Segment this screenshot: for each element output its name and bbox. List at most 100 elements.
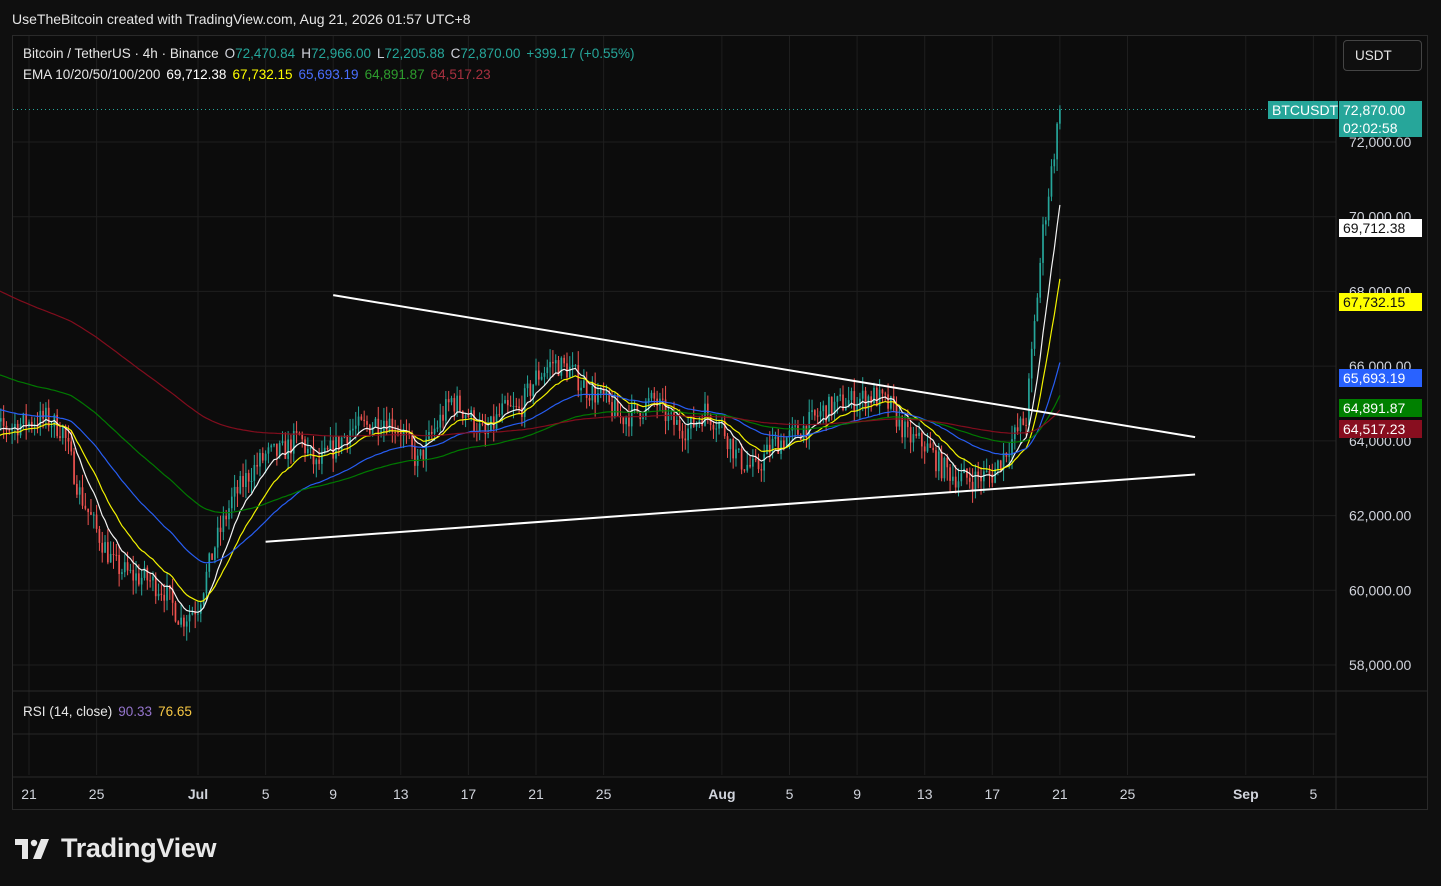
candle-body: [84, 505, 87, 509]
candle-body: [985, 470, 988, 472]
x-tick-label: Aug: [708, 786, 735, 802]
candle-body: [681, 430, 684, 439]
high-value: 72,966.00: [310, 46, 371, 61]
candle-body: [202, 593, 205, 605]
x-tick-label: 21: [1052, 786, 1068, 802]
candle-body: [459, 395, 461, 411]
candle-body: [912, 434, 915, 443]
candle-body: [673, 412, 675, 425]
candle-body: [678, 420, 681, 431]
currency-button[interactable]: USDT: [1343, 40, 1422, 71]
candle-body: [456, 395, 458, 412]
x-tick-label: Jul: [188, 786, 208, 802]
x-tick-label: 9: [329, 786, 337, 802]
candle-body: [968, 477, 971, 482]
candle-body: [135, 573, 137, 581]
candle-body: [568, 366, 571, 378]
candle-body: [183, 617, 185, 627]
candle-body: [230, 496, 233, 509]
open-label: O: [224, 46, 236, 61]
candle-body: [250, 480, 253, 482]
x-tick-label: 13: [393, 786, 409, 802]
low-value: 72,205.88: [384, 46, 445, 61]
candle-body: [884, 393, 887, 395]
candle-body: [509, 405, 512, 407]
candle-body: [467, 415, 470, 418]
rsi-ma-value: 76.65: [158, 704, 192, 719]
ema-legend[interactable]: EMA 10/20/50/100/200 69,712.38 67,732.15 65…: [23, 67, 497, 82]
candle-body: [1033, 321, 1036, 349]
candle-body: [999, 460, 1002, 470]
countdown-value: 02:02:58: [1343, 120, 1398, 136]
candle-body: [433, 428, 436, 434]
ema10-legend-value: 69,712.38: [166, 67, 227, 82]
candle-body: [774, 436, 777, 439]
candle-body: [112, 553, 115, 555]
ema100-price-label: 64,891.87: [1339, 399, 1422, 417]
candle-body: [377, 418, 380, 434]
candle-body: [90, 512, 92, 515]
last-price-label: 72,870.00 02:02:58: [1339, 101, 1422, 137]
candle-body: [715, 428, 718, 430]
candle-body: [704, 403, 706, 426]
candle-body: [323, 447, 326, 452]
symbol-title[interactable]: Bitcoin / TetherUS · 4h · Binance: [23, 46, 219, 61]
candle-body: [447, 399, 450, 403]
candle-body: [273, 443, 275, 446]
candle-body: [757, 460, 760, 470]
candle-body: [616, 400, 619, 416]
candle-body: [81, 487, 84, 506]
candle-body: [540, 376, 543, 380]
candle-body: [473, 410, 475, 432]
candle-body: [214, 547, 216, 560]
candle-body: [295, 431, 298, 433]
candle-body: [909, 427, 912, 443]
candle-body: [276, 443, 278, 456]
candle-body: [121, 572, 123, 574]
candle-body: [518, 406, 520, 408]
candle-body: [1011, 439, 1013, 456]
candle-body: [645, 401, 647, 417]
candle-body: [225, 515, 228, 520]
x-tick-label: 9: [853, 786, 861, 802]
candle-body: [2, 418, 5, 426]
candle-body: [8, 430, 11, 432]
candle-body: [453, 398, 456, 412]
ema10-line: [0, 204, 1061, 613]
candle-body: [185, 621, 188, 627]
ema-legend-label: EMA 10/20/50/100/200: [23, 67, 161, 82]
candle-body: [935, 450, 937, 472]
candle-body: [729, 438, 732, 450]
candle-body: [853, 391, 856, 412]
x-tick-label: 17: [461, 786, 477, 802]
candle-body: [67, 437, 70, 442]
candle-body: [129, 569, 132, 571]
candle-body: [670, 412, 673, 414]
chart-canvas[interactable]: 72,000.0070,000.0068,000.0066,000.0064,0…: [0, 0, 1441, 886]
candle-body: [957, 481, 960, 488]
candle-body: [960, 473, 963, 482]
candle-body: [256, 464, 258, 467]
candle-body: [216, 527, 219, 548]
candle-body: [422, 449, 425, 460]
candle-body: [974, 471, 977, 491]
candle-body: [233, 486, 236, 497]
candle-body: [740, 448, 743, 470]
candle-body: [861, 390, 864, 399]
x-tick-label: 17: [985, 786, 1001, 802]
candle-body: [461, 410, 464, 419]
rsi-legend[interactable]: RSI (14, close) 90.33 76.65: [23, 704, 198, 719]
candle-body: [1036, 297, 1039, 322]
lower-ascending-trendline: [265, 473, 1196, 543]
candle-body: [1044, 220, 1047, 225]
candle-body: [236, 486, 239, 494]
tradingview-logo[interactable]: TradingView: [15, 833, 217, 864]
candle-body: [501, 403, 504, 415]
candle-body: [157, 593, 160, 597]
candle-body: [737, 448, 740, 450]
candle-body: [70, 441, 73, 452]
candle-body: [383, 420, 385, 431]
candle-body: [177, 621, 180, 625]
candle-body: [754, 458, 757, 461]
candle-body: [687, 428, 689, 441]
